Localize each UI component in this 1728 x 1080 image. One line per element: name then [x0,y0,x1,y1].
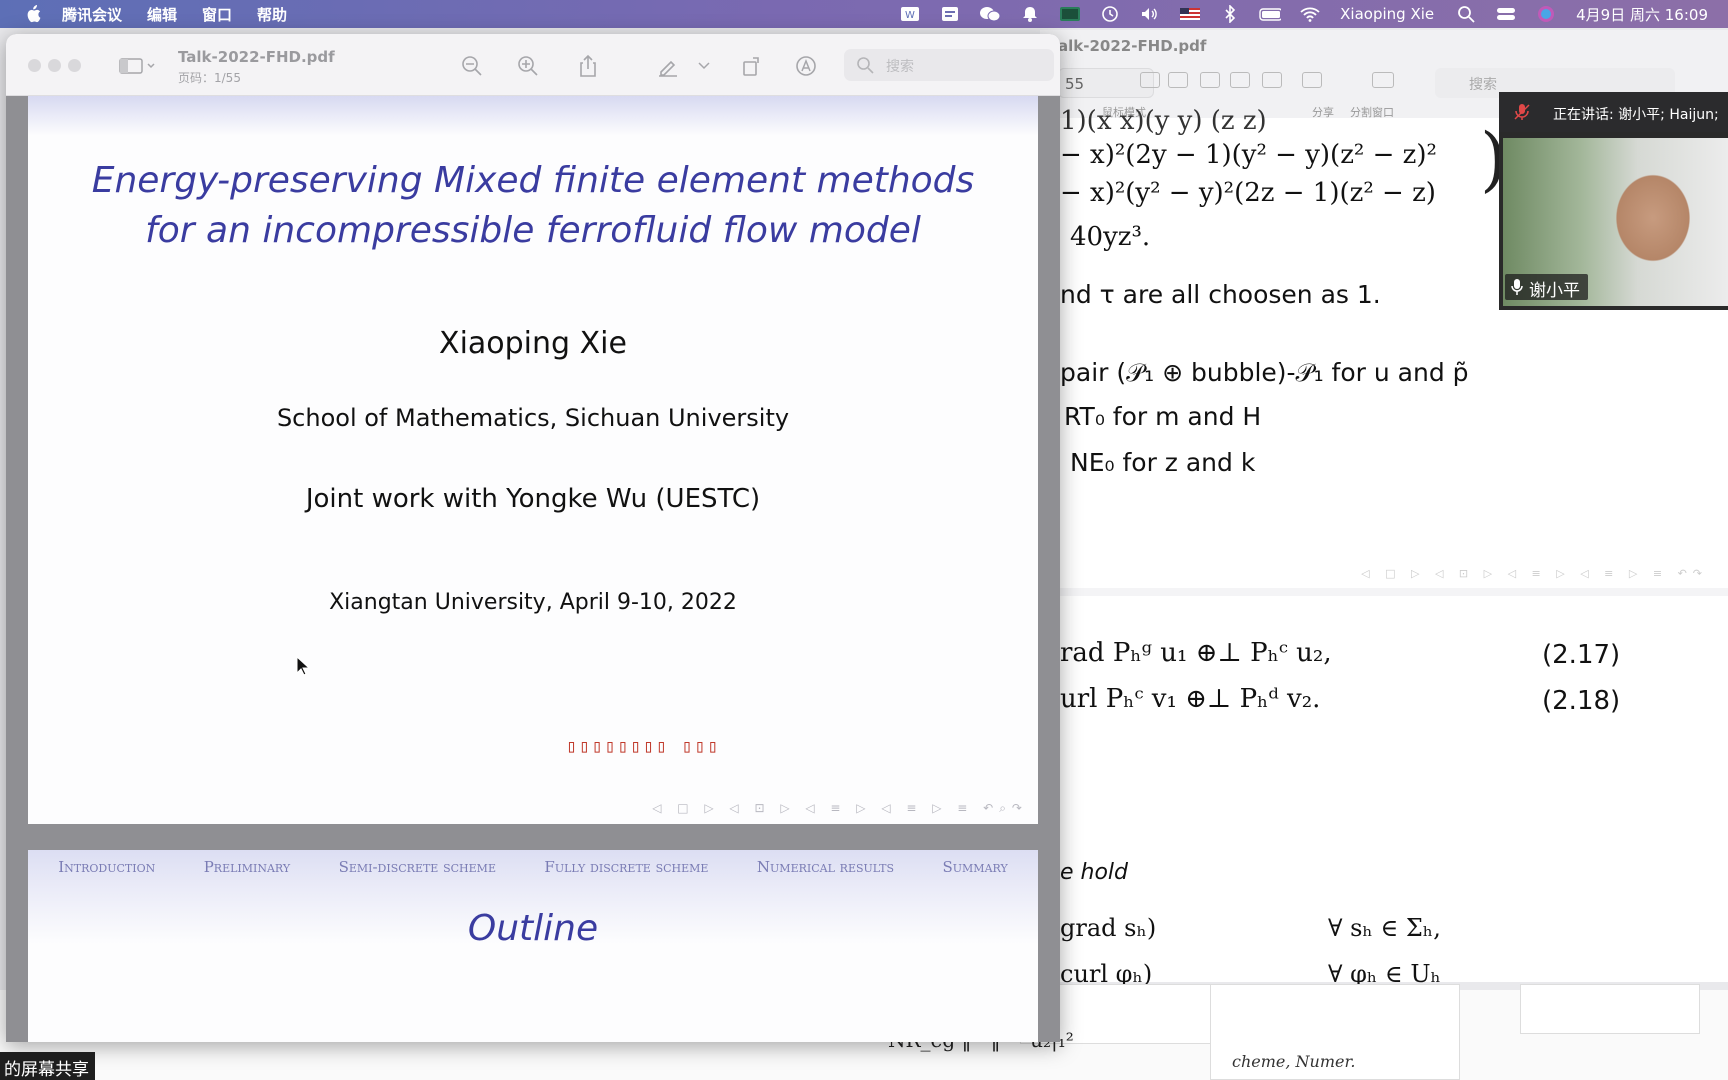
clipboard-icon[interactable] [939,5,961,23]
share-icon[interactable] [1302,72,1322,88]
slide-b-eq1-number: (2.17) [1542,640,1621,670]
slide-outline: Introduction Preliminary Semi-discrete s… [28,850,1038,1042]
author-name: Xiaoping Xie [439,326,627,361]
screen-share-tag: 的屏幕共享 [0,1052,95,1080]
slide-a-line3: − x)²(y² − y)²(2z − 1)(z² − z) [1060,178,1436,208]
speaking-text: 正在讲话: 谢小平; Haijun; [1553,107,1719,123]
wifi-icon[interactable] [1299,5,1321,23]
slide-header-band [28,96,1038,136]
slide-a-line4: 40yz³. [1070,222,1151,252]
annotate-circle-icon[interactable] [792,52,820,80]
slide-b-eq1: rad Pₕᵍ u₁ ⊕⊥ Pₕᶜ u₂, [1060,638,1332,668]
reference-text: cheme, Numer. [1232,1052,1356,1071]
search-icon [856,56,874,78]
battery-icon[interactable] [1259,5,1282,23]
slide-a-line1: 1)(x x)(y y) (z z) [1060,106,1267,136]
slide-title-page: Energy-preserving Mixed finite element m… [28,96,1038,824]
zoom-out-icon[interactable] [1230,72,1250,88]
underlying-page [1520,984,1700,1034]
user-name[interactable]: Xiaoping Xie [1340,5,1434,23]
control-center-icon[interactable] [1495,5,1517,23]
microphone-icon [1511,278,1523,301]
affiliation: School of Mathematics, Sichuan Universit… [276,404,790,432]
menu-app-name[interactable]: 腾讯会议 [62,4,122,25]
garbled-text: ▯▯▯▯▯▯▯▯ ▯▯▯ [566,736,721,757]
zoom-in-icon[interactable] [514,52,542,80]
slide-a-line2: − x)²(2y − 1)(y² − y)(z² − z)² [1060,140,1437,170]
slide-a-line8: NE₀ for z and k [1070,448,1256,477]
video-tile[interactable]: 正在讲话: 谢小平; Haijun; 谢小平 [1499,92,1728,310]
slide-b-eq2-number: (2.18) [1542,686,1621,716]
nav-section-summary[interactable]: Summary [943,858,1008,876]
page-info: 页码：1/55 [178,71,241,85]
search-placeholder: 搜索 [886,59,914,75]
search-icon[interactable] [1455,5,1477,23]
background-slide-b: rad Pₕᵍ u₁ ⊕⊥ Pₕᶜ u₂, (2.17) url Pₕᶜ v₁ … [1060,596,1728,988]
wps-icon[interactable]: W [899,5,921,23]
section-navbar: Introduction Preliminary Semi-discrete s… [28,850,1038,884]
screen-icon[interactable] [1059,5,1081,23]
menu-bar: 腾讯会议 编辑 窗口 帮助 W Xiaoping Xie 4月9日 周六 16:… [0,0,1728,28]
preview-toolbar: Talk-2022-FHD.pdf 页码：1/55 搜索 [6,34,1060,96]
sidebar-toggle-icon[interactable] [118,52,158,80]
window-title: Talk-2022-FHD.pdf [178,48,335,66]
bluetooth-icon[interactable] [1219,5,1241,23]
markup-pen-icon[interactable] [654,52,682,80]
slide-b-eq3: grad sₕ) [1060,914,1157,942]
rotate-icon[interactable] [1140,72,1160,88]
slide-nav-controls[interactable]: ◁ □ ▷ ◁ ⊡ ▷ ◁ ≡ ▷ ◁ ≡ ▷ ≡ ↶⌕↷ [652,801,1028,816]
menu-help[interactable]: 帮助 [257,4,287,25]
clock[interactable]: 4月9日 周六 16:09 [1576,4,1708,25]
background-window-title: alk-2022-FHD.pdf [1058,37,1207,55]
nav-section-semi-discrete[interactable]: Semi-discrete scheme [339,858,496,876]
nav-section-introduction[interactable]: Introduction [58,858,155,876]
slide-a-line5: nd τ are all choosen as 1. [1060,280,1381,309]
participant-name-chip: 谢小平 [1505,274,1588,301]
mouse-mode-icon[interactable] [1262,72,1282,88]
svg-text:W: W [905,10,915,21]
preview-window: Talk-2022-FHD.pdf 页码：1/55 搜索 Energy-pres… [6,34,1060,1042]
nav-section-fully-discrete[interactable]: Fully discrete scheme [544,858,708,876]
siri-icon[interactable] [1535,5,1557,23]
zoom-button[interactable] [68,59,81,72]
zoom-out-icon[interactable] [458,52,486,80]
share-icon[interactable] [574,52,602,80]
wechat-icon[interactable] [979,5,1001,23]
slide-a-nav-controls[interactable]: ◁ □ ▷ ◁ ⊡ ▷ ◁ ≡ ▷ ◁ ≡ ▷ ≡ ↶↷ [1361,567,1708,580]
outline-heading: Outline [467,908,599,949]
rotate-icon[interactable] [738,52,766,80]
split-window-icon[interactable] [1372,72,1394,88]
mic-muted-icon [1513,103,1531,125]
bell-icon[interactable] [1019,5,1041,23]
participant-name: 谢小平 [1529,281,1580,301]
slide-b-eq2: url Pₕᶜ v₁ ⊕⊥ Pₕᵈ v₂. [1060,684,1321,714]
slide-a-line7: RT₀ for m and H [1064,402,1262,431]
search-field[interactable]: 搜索 [844,49,1054,81]
flag-us-icon[interactable] [1179,5,1201,23]
nav-section-numerical-results[interactable]: Numerical results [757,858,894,876]
menu-window[interactable]: 窗口 [202,4,232,25]
zoom-in-icon[interactable] [1200,72,1220,88]
mouse-cursor-icon [296,655,311,680]
menu-edit[interactable]: 编辑 [147,4,177,25]
presentation-title-line1: Energy-preserving Mixed finite element m… [91,160,975,201]
slide-b-hold: e hold [1060,860,1129,885]
annotate-icon[interactable] [1168,72,1188,88]
nav-section-preliminary[interactable]: Preliminary [204,858,290,876]
volume-icon[interactable] [1139,5,1161,23]
chevron-down-icon[interactable] [696,52,712,80]
venue-date: Xiangtan University, April 9-10, 2022 [329,590,737,615]
slide-b-eq3-right: ∀ sₕ ∈ Σₕ, [1328,914,1441,942]
time-machine-icon[interactable] [1099,5,1121,23]
minimize-button[interactable] [48,59,61,72]
speaking-indicator: 正在讲话: 谢小平; Haijun; [1499,92,1728,132]
apple-icon[interactable] [22,3,44,25]
joint-work: Joint work with Yongke Wu (UESTC) [305,484,761,514]
slide-a-line6: pair (𝒫₁ ⊕ bubble)-𝒫₁ for u and p̃ [1060,358,1469,387]
close-button[interactable] [28,59,41,72]
presentation-title-line2: for an incompressible ferrofluid flow mo… [145,210,921,251]
